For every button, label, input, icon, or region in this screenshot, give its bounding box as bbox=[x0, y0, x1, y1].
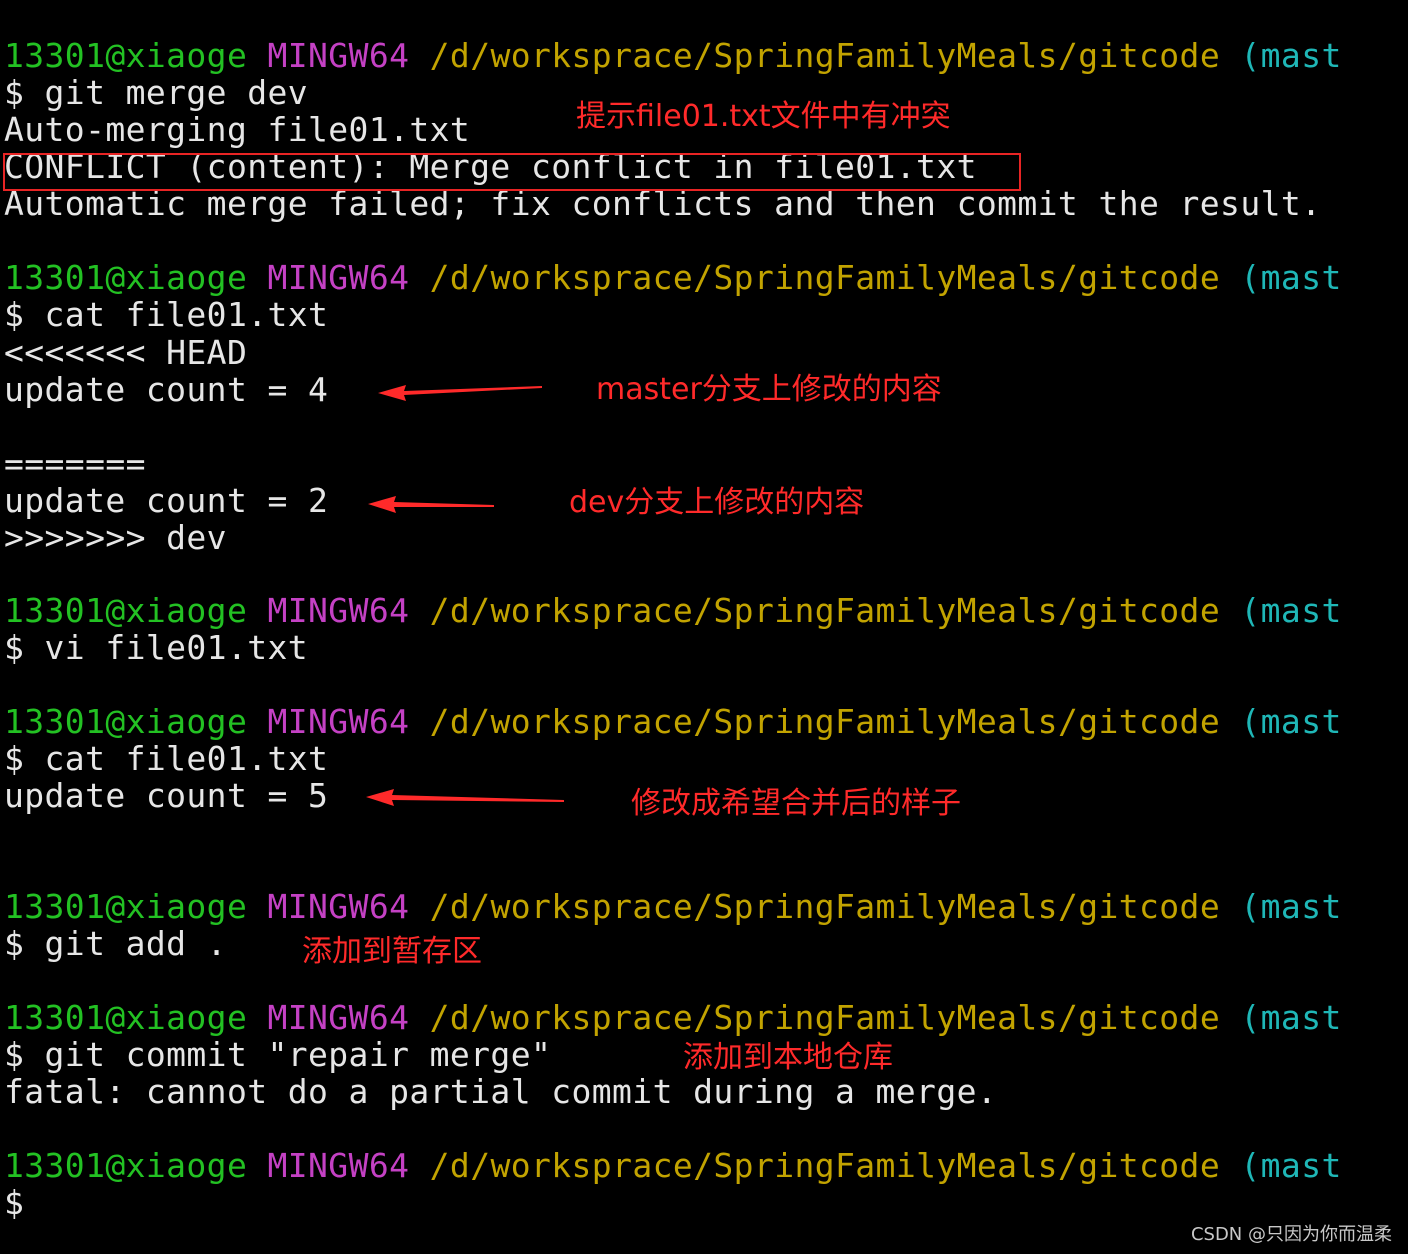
prompt-line: 13301@xiaoge MINGW64 /d/worksprace/Sprin… bbox=[4, 703, 1342, 740]
prompt-system: MINGW64 bbox=[267, 591, 410, 630]
prompt-line: 13301@xiaoge MINGW64 /d/worksprace/Sprin… bbox=[4, 592, 1342, 629]
prompt-user-host: 13301@xiaoge bbox=[4, 1146, 248, 1185]
command-line: $ git merge dev bbox=[4, 73, 309, 112]
terminal-window[interactable]: 13301@xiaoge MINGW64 /d/worksprace/Sprin… bbox=[0, 0, 1408, 1254]
prompt-system: MINGW64 bbox=[267, 258, 410, 297]
prompt-dollar: $ bbox=[4, 1183, 25, 1222]
output-line: >>>>>>> dev bbox=[4, 518, 227, 557]
annotation-merged-content: 修改成希望合并后的样子 bbox=[631, 786, 961, 821]
prompt-path: /d/worksprace/SpringFamilyMeals/gitcode bbox=[429, 887, 1221, 926]
prompt-path: /d/worksprace/SpringFamilyMeals/gitcode bbox=[429, 258, 1221, 297]
prompt-system: MINGW64 bbox=[267, 1146, 410, 1185]
prompt-branch: (mast bbox=[1240, 998, 1342, 1037]
command-line: $ vi file01.txt bbox=[4, 628, 309, 667]
prompt-line: 13301@xiaoge MINGW64 /d/worksprace/Sprin… bbox=[4, 1147, 1342, 1184]
conflict-highlight-box bbox=[3, 153, 1021, 191]
prompt-user-host: 13301@xiaoge bbox=[4, 258, 248, 297]
prompt-path: /d/worksprace/SpringFamilyMeals/gitcode bbox=[429, 591, 1221, 630]
prompt-branch: (mast bbox=[1240, 887, 1342, 926]
prompt-branch: (mast bbox=[1240, 36, 1342, 75]
command-line: $ cat file01.txt bbox=[4, 295, 329, 334]
annotation-add-staging: 添加到暂存区 bbox=[302, 934, 482, 969]
command-input-line[interactable]: $ bbox=[4, 1184, 24, 1221]
output-line: update count = 5 bbox=[4, 776, 329, 815]
prompt-branch: (mast bbox=[1240, 1146, 1342, 1185]
annotation-conflict-hint: 提示file01.txt文件中有冲突 bbox=[576, 99, 951, 134]
prompt-path: /d/worksprace/SpringFamilyMeals/gitcode bbox=[429, 36, 1221, 75]
prompt-branch: (mast bbox=[1240, 591, 1342, 630]
command-line: $ cat file01.txt bbox=[4, 739, 329, 778]
csdn-watermark: CSDN @只因为你而温柔 bbox=[1190, 1224, 1392, 1245]
command-line: $ git commit "repair merge" bbox=[4, 1035, 552, 1074]
prompt-line: 13301@xiaoge MINGW64 /d/worksprace/Sprin… bbox=[4, 37, 1342, 74]
annotation-add-local-repo: 添加到本地仓库 bbox=[683, 1040, 893, 1075]
output-line: ======= bbox=[4, 444, 146, 483]
prompt-system: MINGW64 bbox=[267, 887, 410, 926]
prompt-path: /d/worksprace/SpringFamilyMeals/gitcode bbox=[429, 702, 1221, 741]
prompt-path: /d/worksprace/SpringFamilyMeals/gitcode bbox=[429, 1146, 1221, 1185]
output-line: update count = 2 bbox=[4, 481, 329, 520]
prompt-branch: (mast bbox=[1240, 702, 1342, 741]
output-line: update count = 4 bbox=[4, 370, 329, 409]
prompt-line: 13301@xiaoge MINGW64 /d/worksprace/Sprin… bbox=[4, 259, 1342, 296]
prompt-user-host: 13301@xiaoge bbox=[4, 702, 248, 741]
prompt-system: MINGW64 bbox=[267, 36, 410, 75]
prompt-user-host: 13301@xiaoge bbox=[4, 36, 248, 75]
output-line: <<<<<<< HEAD bbox=[4, 333, 248, 372]
arrow-master-icon bbox=[378, 385, 542, 401]
annotation-master-content: master分支上修改的内容 bbox=[596, 372, 942, 407]
arrow-merged-icon bbox=[366, 789, 564, 806]
output-line: Auto-merging file01.txt bbox=[4, 110, 471, 149]
prompt-user-host: 13301@xiaoge bbox=[4, 998, 248, 1037]
prompt-user-host: 13301@xiaoge bbox=[4, 887, 248, 926]
prompt-user-host: 13301@xiaoge bbox=[4, 591, 248, 630]
error-line: fatal: cannot do a partial commit during… bbox=[4, 1072, 998, 1111]
prompt-system: MINGW64 bbox=[267, 998, 410, 1037]
command-line: $ git add . bbox=[4, 924, 227, 963]
prompt-line: 13301@xiaoge MINGW64 /d/worksprace/Sprin… bbox=[4, 888, 1342, 925]
prompt-system: MINGW64 bbox=[267, 702, 410, 741]
prompt-line: 13301@xiaoge MINGW64 /d/worksprace/Sprin… bbox=[4, 999, 1342, 1036]
arrow-dev-icon bbox=[368, 496, 494, 513]
annotation-dev-content: dev分支上修改的内容 bbox=[569, 485, 865, 520]
prompt-path: /d/worksprace/SpringFamilyMeals/gitcode bbox=[429, 998, 1221, 1037]
prompt-branch: (mast bbox=[1240, 258, 1342, 297]
